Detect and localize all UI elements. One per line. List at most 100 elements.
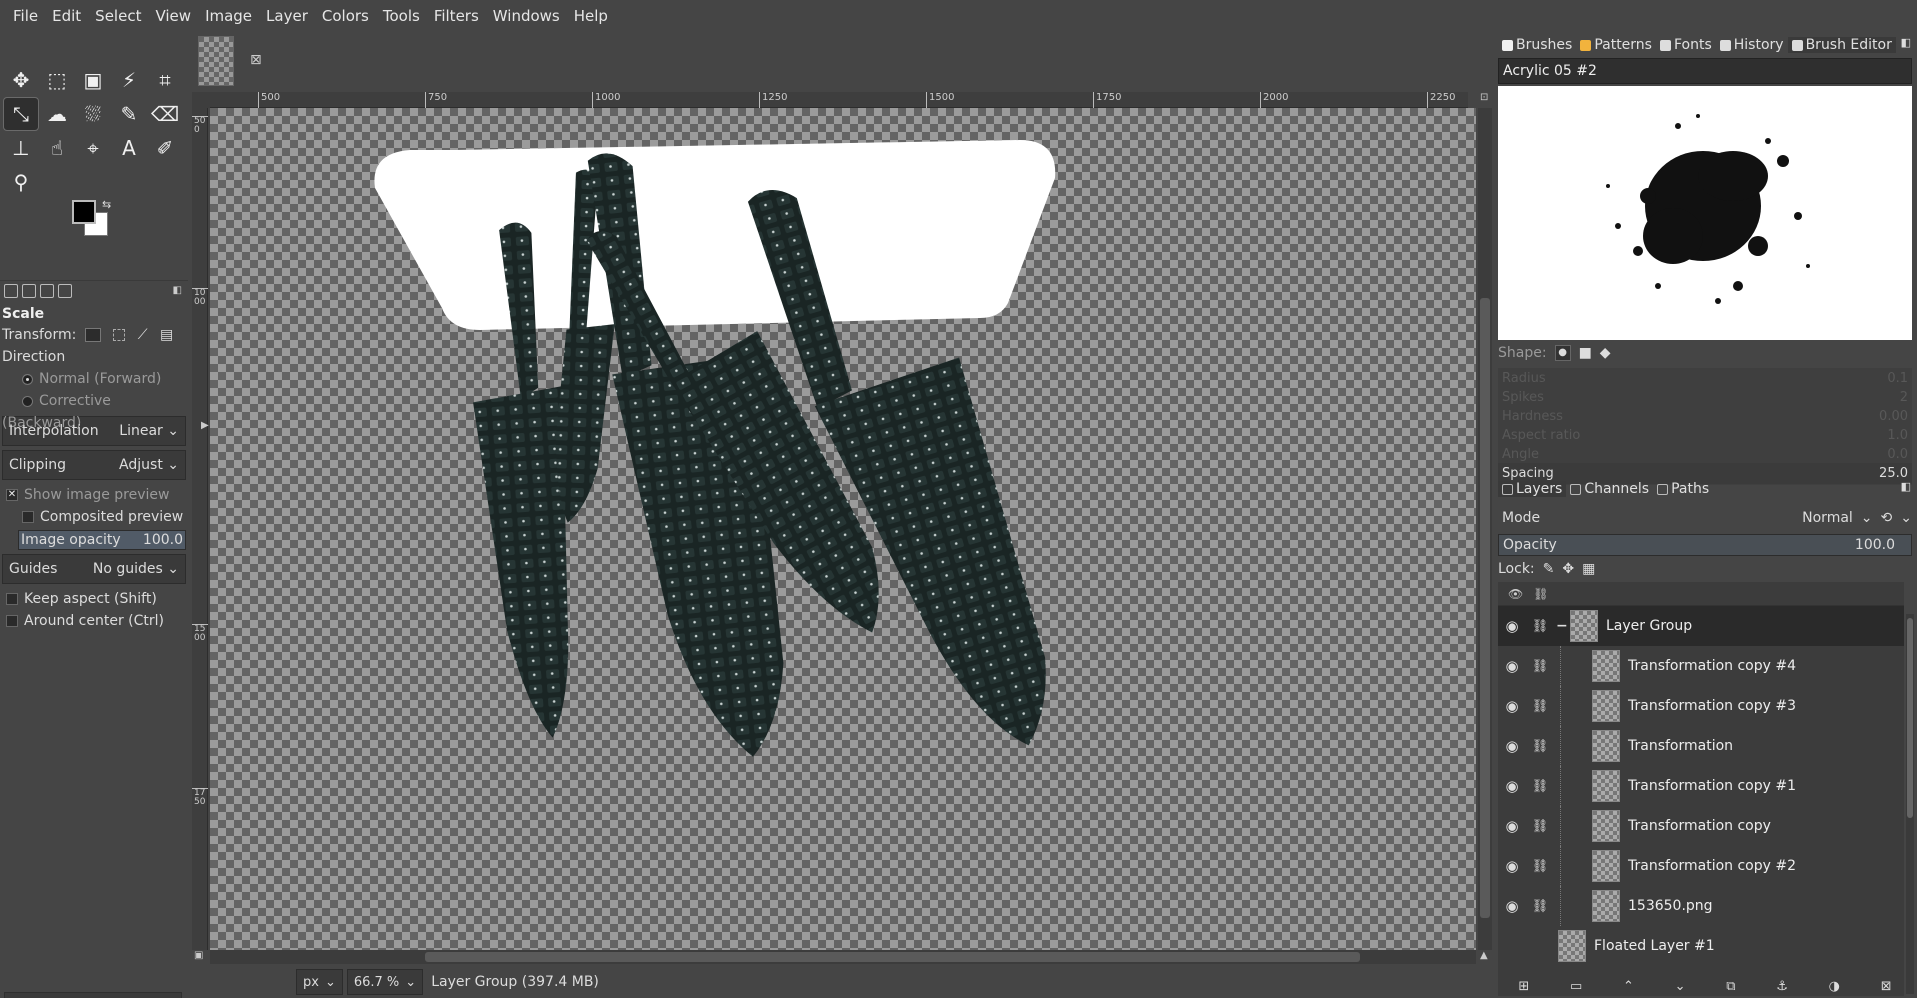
layer-row[interactable]: ◉ ⛓ Transformation copy #3 — [1498, 686, 1904, 726]
ruler-corner[interactable] — [192, 92, 210, 108]
layer-name[interactable]: Transformation — [1628, 738, 1733, 754]
tab-brush-editor[interactable]: Brush Editor — [1787, 37, 1896, 53]
chain-icon[interactable]: ⛓ — [1526, 819, 1554, 834]
horizontal-ruler[interactable]: 500 750 1000 1250 1500 1750 2000 2250 — [210, 92, 1468, 108]
bucket-fill-tool-icon[interactable]: ⛆ — [76, 98, 110, 130]
move-tool-icon[interactable]: ✥ — [4, 64, 38, 96]
eye-icon[interactable]: ◉ — [1498, 777, 1526, 795]
paths-tool-icon[interactable]: ⌖ — [76, 132, 110, 164]
lock-pixels-icon[interactable]: ✎ — [1543, 561, 1555, 577]
layer-group-row[interactable]: ◉ ⛓ − Layer Group — [1498, 606, 1904, 646]
menu-colors[interactable]: Colors — [315, 0, 376, 32]
layer-name[interactable]: Floated Layer #1 — [1594, 938, 1715, 954]
transform-image-icon[interactable]: ▤ — [160, 327, 173, 343]
panel-menu-icon[interactable]: ◧ — [173, 285, 182, 296]
fg-bg-colors[interactable]: ⇆ — [72, 198, 118, 240]
brush-name-field[interactable]: Acrylic 05 #2 — [1498, 58, 1912, 84]
layer-thumbnail[interactable] — [1592, 770, 1620, 802]
transform-layer-icon[interactable] — [84, 328, 101, 342]
chain-icon[interactable]: ⛓ — [1526, 899, 1554, 914]
new-layer-icon[interactable]: ⊞ — [1518, 979, 1529, 994]
layer-thumbnail[interactable] — [1592, 890, 1620, 922]
panel-menu-icon[interactable]: ◧ — [1901, 36, 1911, 49]
menu-image[interactable]: Image — [198, 0, 259, 32]
layer-thumbnail[interactable] — [1570, 610, 1598, 642]
layer-thumbnail[interactable] — [1592, 730, 1620, 762]
layer-row[interactable]: ◉ ⛓ Transformation copy — [1498, 806, 1904, 846]
layer-thumbnail[interactable] — [1592, 810, 1620, 842]
scale-tool-icon[interactable]: ⤡ — [3, 97, 39, 131]
direction-normal-radio[interactable]: Normal (Forward) — [0, 368, 188, 390]
images-tab-icon[interactable] — [58, 283, 72, 298]
fuzzy-select-tool-icon[interactable]: ⚡ — [112, 64, 146, 96]
chain-icon[interactable]: ⛓ — [1526, 859, 1554, 874]
layer-thumbnail[interactable] — [1592, 850, 1620, 882]
paintbrush-tool-icon[interactable]: ✎ — [112, 98, 146, 130]
close-icon[interactable]: ⊠ — [250, 52, 262, 68]
layers-scroll-thumb[interactable] — [1907, 618, 1913, 818]
vertical-ruler[interactable]: 500 1000 1500 1750 — [192, 108, 208, 950]
layer-thumbnail[interactable] — [1558, 930, 1586, 962]
chain-icon[interactable]: ⛓ — [1526, 659, 1554, 674]
foreground-select-tool-icon[interactable]: ▣ — [76, 64, 110, 96]
tab-patterns[interactable]: Patterns — [1576, 37, 1656, 53]
horizontal-scroll-thumb[interactable] — [425, 952, 1360, 962]
radio-selected-icon[interactable] — [22, 373, 33, 385]
raise-layer-icon[interactable]: ⌃ — [1623, 979, 1634, 994]
navigate-icon[interactable]: ▲ — [1480, 950, 1488, 961]
square-shape-icon[interactable]: ■ — [1579, 345, 1592, 361]
checkbox-checked-icon[interactable]: ✕ — [6, 489, 18, 501]
tab-layers[interactable]: Layers — [1498, 481, 1567, 497]
vertical-scrollbar[interactable] — [1478, 108, 1492, 950]
menu-view[interactable]: View — [148, 0, 198, 32]
layer-opacity-slider[interactable]: Opacity 100.0 — [1498, 534, 1912, 556]
horizontal-scrollbar[interactable] — [210, 950, 1476, 964]
guides-combo[interactable]: Guides No guides ⌄ — [2, 554, 186, 584]
toolbox-scrollbar[interactable] — [4, 992, 182, 998]
mask-layer-icon[interactable]: ◑ — [1829, 979, 1840, 994]
menu-tools[interactable]: Tools — [376, 0, 427, 32]
anchor-layer-icon[interactable]: ⚓ — [1776, 979, 1788, 994]
visibility-header-icon[interactable]: 👁 — [1508, 587, 1523, 601]
link-header-icon[interactable]: ⛓ — [1533, 587, 1548, 601]
layer-row[interactable]: ◉ ⛓ Transformation copy #1 — [1498, 766, 1904, 806]
keep-aspect-checkbox[interactable]: Keep aspect (Shift) — [0, 588, 188, 610]
menu-select[interactable]: Select — [88, 0, 148, 32]
clipping-combo[interactable]: Clipping Adjust ⌄ — [2, 450, 186, 480]
mode-combo[interactable]: Normal ⌄ ⟲ ⌄ — [1802, 510, 1912, 526]
tab-channels[interactable]: Channels — [1566, 481, 1653, 497]
checkbox-icon[interactable] — [22, 511, 34, 523]
unit-combo[interactable]: px ⌄ — [296, 969, 343, 995]
menu-edit[interactable]: Edit — [45, 0, 88, 32]
menu-file[interactable]: File — [6, 0, 45, 32]
menu-layer[interactable]: Layer — [259, 0, 315, 32]
mode-reset-icon[interactable]: ⟲ — [1881, 510, 1893, 526]
layer-row[interactable]: ◉ ⛓ Transformation — [1498, 726, 1904, 766]
tab-brushes[interactable]: Brushes — [1498, 37, 1576, 53]
chain-icon[interactable]: ⛓ — [1526, 739, 1554, 754]
diamond-shape-icon[interactable]: ◆ — [1600, 345, 1611, 361]
tab-history[interactable]: History — [1716, 37, 1788, 53]
checkbox-icon[interactable] — [6, 615, 18, 627]
clone-tool-icon[interactable]: ⊥ — [4, 132, 38, 164]
layer-row[interactable]: ◉ ⛓ Transformation copy #4 — [1498, 646, 1904, 686]
layer-row[interactable]: Floated Layer #1 — [1498, 926, 1904, 966]
menu-filters[interactable]: Filters — [427, 0, 486, 32]
layer-thumbnail[interactable] — [1592, 650, 1620, 682]
lock-alpha-icon[interactable]: ▦ — [1582, 561, 1595, 577]
image-opacity-slider[interactable]: Image opacity 100.0 — [18, 530, 186, 550]
checkbox-icon[interactable] — [6, 593, 18, 605]
tab-fonts[interactable]: Fonts — [1656, 37, 1716, 53]
delete-layer-icon[interactable]: ⊠ — [1881, 979, 1892, 994]
chain-icon[interactable]: ⛓ — [1526, 699, 1554, 714]
eraser-tool-icon[interactable]: ⌫ — [148, 98, 182, 130]
layer-name[interactable]: Layer Group — [1606, 618, 1692, 634]
chain-icon[interactable]: ⛓ — [1526, 779, 1554, 794]
lower-layer-icon[interactable]: ⌄ — [1675, 979, 1686, 994]
eye-icon[interactable]: ◉ — [1498, 817, 1526, 835]
eye-icon[interactable]: ◉ — [1498, 897, 1526, 915]
foreground-color-swatch[interactable] — [72, 200, 96, 224]
zoom-image-icon[interactable]: ⊡ — [1480, 92, 1488, 103]
vertical-scroll-thumb[interactable] — [1480, 298, 1490, 918]
panel-menu-icon[interactable]: ◧ — [1901, 480, 1911, 493]
